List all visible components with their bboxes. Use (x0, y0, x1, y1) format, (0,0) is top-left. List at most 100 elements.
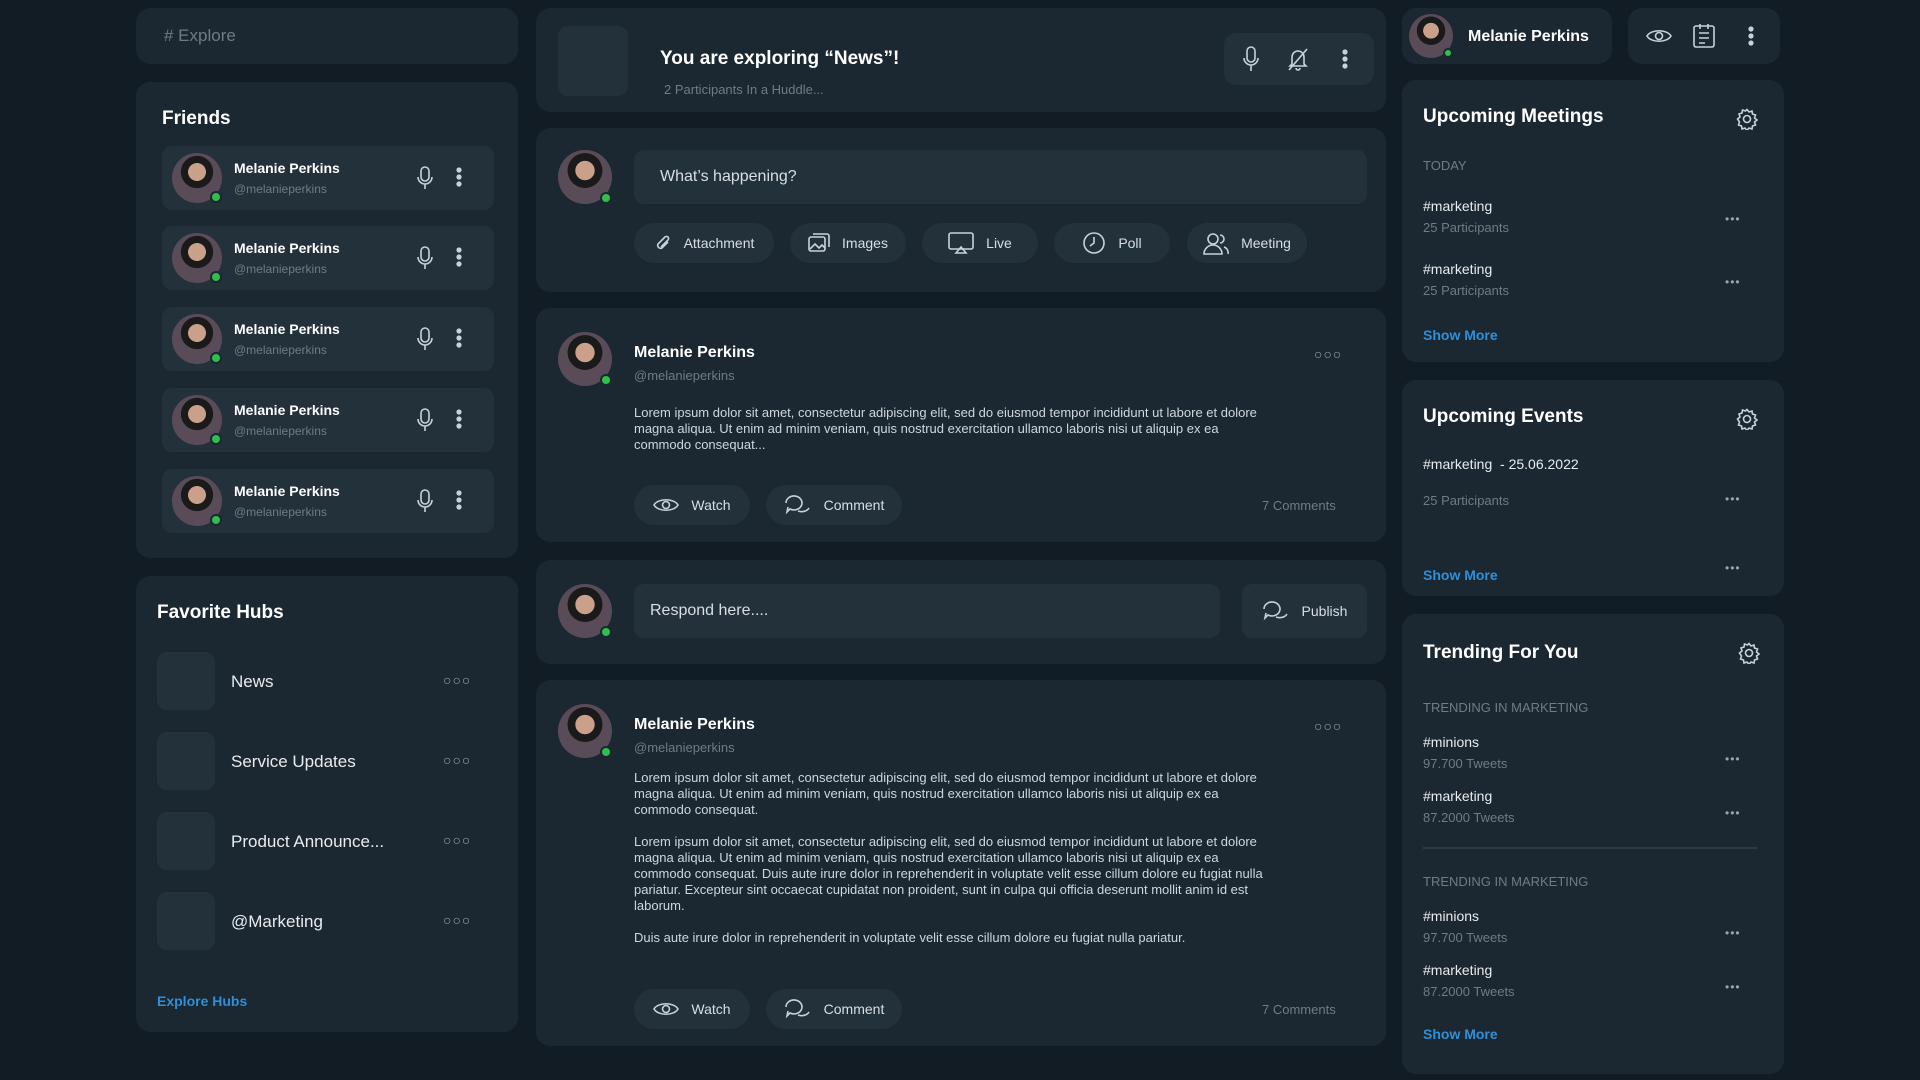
poll-button[interactable]: Poll (1054, 223, 1170, 263)
composer-input[interactable]: What’s happening? (634, 150, 1367, 204)
explore-hubs-link[interactable]: Explore Hubs (157, 993, 247, 1009)
live-button[interactable]: Live (922, 223, 1038, 263)
friend-row[interactable]: Melanie Perkins @melanieperkins (162, 226, 494, 290)
poll-label: Poll (1118, 235, 1142, 251)
gear-icon[interactable] (1738, 642, 1760, 664)
gear-icon[interactable] (1736, 108, 1758, 130)
more-vertical-icon[interactable] (456, 166, 462, 188)
comments-count[interactable]: 7 Comments (1262, 1002, 1336, 1017)
online-status-dot (1443, 48, 1453, 58)
top-toolbar (1628, 8, 1780, 64)
events-show-more[interactable]: Show More (1423, 567, 1498, 583)
trending-count: 87.2000 Tweets (1423, 984, 1515, 999)
images-button[interactable]: Images (790, 223, 906, 263)
publish-button[interactable]: Publish (1242, 584, 1367, 638)
avatar[interactable] (172, 314, 222, 364)
meetings-show-more[interactable]: Show More (1423, 327, 1498, 343)
comment-label: Comment (823, 497, 885, 513)
hub-item[interactable]: News ○○○ (157, 652, 477, 710)
microphone-icon[interactable] (416, 246, 434, 270)
avatar[interactable] (558, 704, 612, 758)
microphone-icon[interactable] (416, 489, 434, 513)
respond-placeholder: Respond here.... (650, 602, 769, 619)
online-status-dot (210, 271, 222, 283)
more-horizontal-icon[interactable]: ○○○ (1314, 718, 1342, 734)
friend-row[interactable]: Melanie Perkins @melanieperkins (162, 388, 494, 452)
online-status-dot (210, 514, 222, 526)
microphone-icon[interactable] (416, 408, 434, 432)
hub-item[interactable]: @Marketing ○○○ (157, 892, 477, 950)
meeting-tag: #marketing (1423, 261, 1493, 277)
avatar[interactable] (172, 395, 222, 445)
friend-handle: @melanieperkins (234, 424, 327, 438)
eye-icon[interactable] (1646, 27, 1672, 45)
explore-search[interactable]: # Explore (136, 8, 518, 64)
more-horizontal-icon[interactable]: ••• (1725, 275, 1741, 289)
comments-count[interactable]: 7 Comments (1262, 498, 1336, 513)
respond-input[interactable]: Respond here.... (634, 584, 1220, 638)
more-horizontal-icon[interactable]: ••• (1725, 752, 1741, 766)
friend-name: Melanie Perkins (234, 321, 340, 337)
more-horizontal-icon[interactable]: ••• (1725, 492, 1741, 506)
hub-item[interactable]: Product Announce... ○○○ (157, 812, 477, 870)
bell-off-icon[interactable] (1286, 46, 1310, 72)
more-horizontal-icon[interactable]: ••• (1725, 561, 1741, 575)
hub-thumbnail (157, 892, 215, 950)
meeting-item[interactable]: #marketing 25 Participants ••• (1423, 198, 1763, 235)
microphone-icon[interactable] (1242, 46, 1260, 72)
avatar[interactable] (558, 150, 612, 204)
trending-item[interactable]: #minions 97.700 Tweets ••• (1423, 908, 1763, 945)
more-horizontal-icon[interactable]: ○○○ (443, 912, 471, 928)
hub-item[interactable]: Service Updates ○○○ (157, 732, 477, 790)
divider (1423, 847, 1757, 849)
microphone-icon[interactable] (416, 327, 434, 351)
online-status-dot (600, 192, 612, 204)
more-horizontal-icon[interactable]: ○○○ (443, 752, 471, 768)
trending-show-more[interactable]: Show More (1423, 1026, 1498, 1042)
more-horizontal-icon[interactable]: ○○○ (443, 832, 471, 848)
meeting-item[interactable]: #marketing 25 Participants ••• (1423, 261, 1763, 298)
post-card: Melanie Perkins @melanieperkins ○○○ Lore… (536, 680, 1386, 1046)
meeting-button[interactable]: Meeting (1187, 223, 1307, 263)
microphone-icon[interactable] (416, 166, 434, 190)
avatar[interactable] (558, 332, 612, 386)
profile-chip[interactable]: Melanie Perkins (1402, 8, 1612, 64)
friend-row[interactable]: Melanie Perkins @melanieperkins (162, 469, 494, 533)
friend-row[interactable]: Melanie Perkins @melanieperkins (162, 146, 494, 210)
avatar[interactable] (172, 476, 222, 526)
avatar[interactable] (1409, 14, 1453, 58)
more-horizontal-icon[interactable]: ○○○ (1314, 346, 1342, 362)
friend-row[interactable]: Melanie Perkins @melanieperkins (162, 307, 494, 371)
more-horizontal-icon[interactable]: ••• (1725, 212, 1741, 226)
meeting-participants: 25 Participants (1423, 283, 1509, 298)
huddle-controls (1224, 33, 1374, 85)
watch-button[interactable]: Watch (634, 485, 750, 525)
more-vertical-icon[interactable] (456, 327, 462, 349)
more-vertical-icon[interactable] (456, 408, 462, 430)
hub-thumbnail (157, 812, 215, 870)
trending-item[interactable]: #marketing 87.2000 Tweets ••• (1423, 788, 1763, 825)
notes-icon[interactable] (1691, 23, 1717, 49)
more-horizontal-icon[interactable]: ○○○ (443, 672, 471, 688)
event-item[interactable]: #marketing - 25.06.2022 25 Participants … (1423, 456, 1763, 508)
more-vertical-icon[interactable] (456, 489, 462, 511)
more-vertical-icon[interactable] (1342, 48, 1348, 70)
trending-count: 97.700 Tweets (1423, 930, 1508, 945)
watch-button[interactable]: Watch (634, 989, 750, 1029)
comment-label: Comment (823, 1001, 885, 1017)
comment-button[interactable]: Comment (766, 989, 902, 1029)
more-horizontal-icon[interactable]: ••• (1725, 806, 1741, 820)
trending-item[interactable]: #minions 97.700 Tweets ••• (1423, 734, 1763, 771)
trending-item[interactable]: #marketing 87.2000 Tweets ••• (1423, 962, 1763, 999)
comment-button[interactable]: Comment (766, 485, 902, 525)
avatar[interactable] (558, 584, 612, 638)
more-vertical-icon[interactable] (1748, 25, 1754, 47)
more-horizontal-icon[interactable]: ••• (1725, 980, 1741, 994)
avatar[interactable] (172, 153, 222, 203)
gear-icon[interactable] (1736, 408, 1758, 430)
friend-handle: @melanieperkins (234, 182, 327, 196)
attachment-button[interactable]: Attachment (634, 223, 774, 263)
more-vertical-icon[interactable] (456, 246, 462, 268)
avatar[interactable] (172, 233, 222, 283)
more-horizontal-icon[interactable]: ••• (1725, 926, 1741, 940)
